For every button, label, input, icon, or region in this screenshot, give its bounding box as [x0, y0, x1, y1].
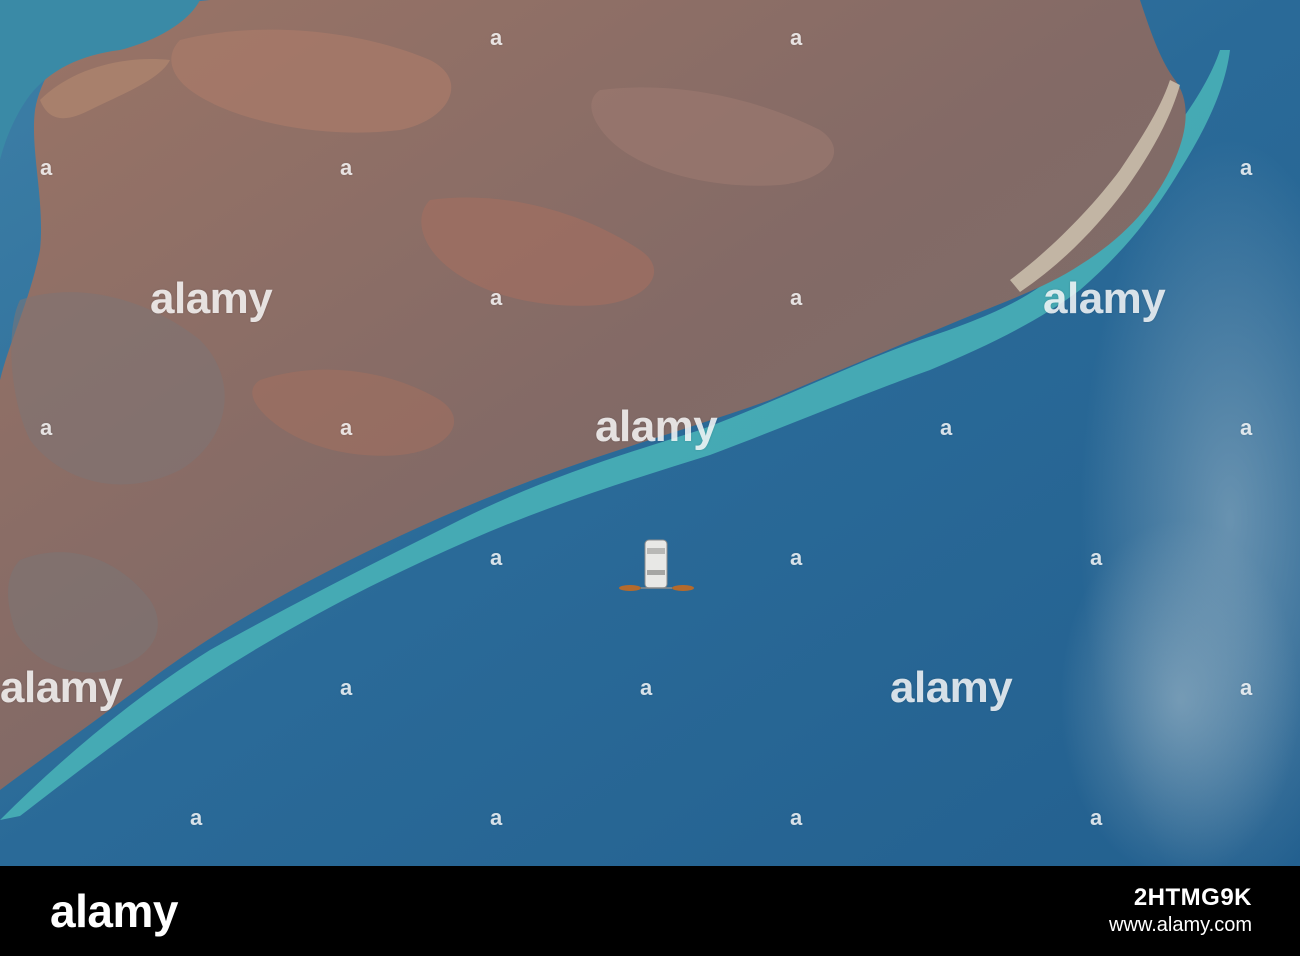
watermark-mark: a: [490, 805, 502, 830]
aerial-photograph: alamy alamy alamy alamy alamy a a a a a …: [0, 0, 1300, 866]
watermark-mark: a: [340, 155, 352, 180]
watermark-mark: a: [340, 675, 352, 700]
watermark-mark: a: [1240, 415, 1252, 440]
watermark-mark: a: [1090, 805, 1102, 830]
watermark-mark: a: [40, 415, 52, 440]
footer-logo: alamy: [50, 885, 178, 937]
footer-info: 2HTMG9K www.alamy.com: [1109, 884, 1252, 938]
watermark-logo: alamy: [150, 274, 273, 323]
spacecraft-body: [644, 539, 668, 589]
watermark-mark: a: [790, 285, 802, 310]
footer-url[interactable]: www.alamy.com: [1109, 912, 1252, 938]
watermark-mark: a: [790, 545, 802, 570]
stock-footer-bar: alamy 2HTMG9K www.alamy.com: [0, 866, 1300, 956]
watermark-mark: a: [1090, 545, 1102, 570]
watermark-mark: a: [790, 25, 802, 50]
watermark-mark: a: [340, 415, 352, 440]
image-id: 2HTMG9K: [1133, 884, 1252, 911]
watermark-mark: a: [490, 25, 502, 50]
watermark-mark: a: [190, 805, 202, 830]
watermark-mark: a: [40, 155, 52, 180]
watermark-mark: a: [790, 805, 802, 830]
watermark-mark: a: [640, 675, 652, 700]
solar-array-right: [672, 585, 694, 591]
watermark-mark: a: [1240, 155, 1252, 180]
watermark-mark: a: [940, 415, 952, 440]
watermark-mark: a: [490, 545, 502, 570]
solar-array-left: [619, 585, 641, 591]
watermark-mark: a: [1240, 675, 1252, 700]
spacecraft-band: [647, 548, 665, 554]
watermark-logo: alamy: [1043, 274, 1166, 323]
watermark-logo: alamy: [595, 402, 718, 451]
watermark-mark: a: [490, 285, 502, 310]
spacecraft-band: [647, 570, 665, 575]
watermark-logo: alamy: [890, 663, 1013, 712]
watermark-logo: alamy: [0, 663, 123, 712]
